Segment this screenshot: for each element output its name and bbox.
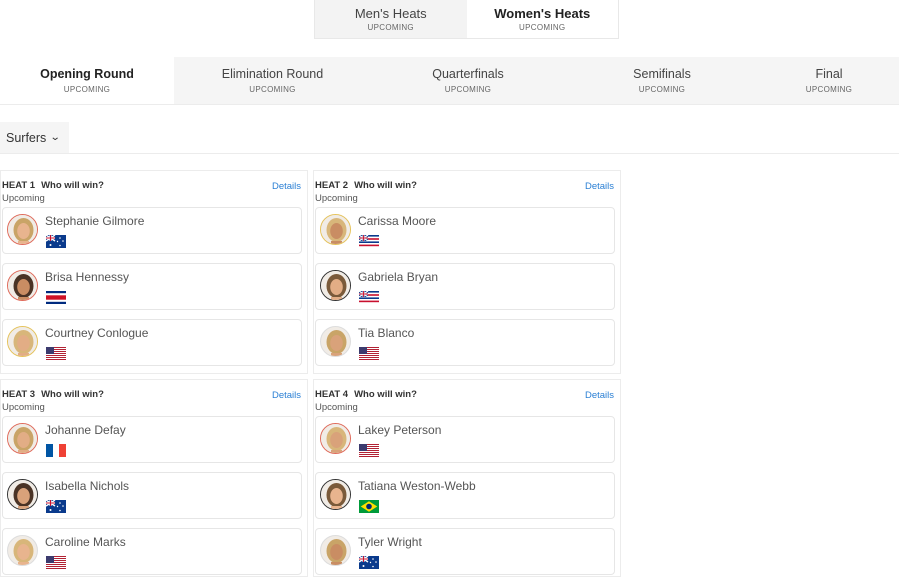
surfer-name: Gabriela Bryan xyxy=(358,270,439,284)
tab-label: Opening Round xyxy=(40,67,134,81)
heat-title: HEAT 4 Who will win? xyxy=(315,389,417,400)
heat-card: HEAT 4 Who will win? Upcoming Details Lakey … xyxy=(313,379,621,577)
heat-card: HEAT 3 Who will win? Upcoming Details Johann… xyxy=(0,379,308,577)
surfer-avatar xyxy=(7,423,38,454)
heat-status: Upcoming xyxy=(315,402,358,413)
surfer-avatar xyxy=(320,270,351,301)
heat-details-link[interactable]: Details xyxy=(585,390,614,401)
surfer-option[interactable]: Caroline Marks xyxy=(2,528,302,575)
tab-label: Final xyxy=(815,67,843,81)
heat-question: Who will win? xyxy=(354,180,417,191)
heat-status: Upcoming xyxy=(2,402,45,413)
heat-status: Upcoming xyxy=(2,193,45,204)
surfer-option[interactable]: Carissa Moore xyxy=(315,207,615,254)
surfer-option[interactable]: Johanne Defay xyxy=(2,416,302,463)
heat-question: Who will win? xyxy=(354,389,417,400)
surfer-avatar xyxy=(7,535,38,566)
surfer-option[interactable]: Tyler Wright xyxy=(315,528,615,575)
surfer-avatar xyxy=(320,214,351,245)
heat-details-link[interactable]: Details xyxy=(272,390,301,401)
surfer-avatar xyxy=(320,479,351,510)
surfer-avatar xyxy=(320,535,351,566)
surfers-filter-label: Surfers xyxy=(6,130,47,145)
tab-opening-round[interactable]: Opening Round UPCOMING xyxy=(0,57,174,104)
surfer-name: Lakey Peterson xyxy=(358,423,442,437)
heat-header: HEAT 3 Who will win? Upcoming Details xyxy=(1,380,307,416)
tab-status: UPCOMING xyxy=(249,85,296,94)
surfer-option[interactable]: Gabriela Bryan xyxy=(315,263,615,310)
tab-status: UPCOMING xyxy=(638,85,686,94)
tab-label: Quarterfinals xyxy=(432,67,504,81)
heat-details-link[interactable]: Details xyxy=(585,181,614,192)
surfers-filter-dropdown[interactable]: Surfers ⌄ xyxy=(0,122,69,153)
heat-title: HEAT 1 Who will win? xyxy=(2,180,104,191)
tab-status: UPCOMING xyxy=(444,85,492,94)
surfer-option[interactable]: Brisa Hennessy xyxy=(2,263,302,310)
surfer-option[interactable]: Courtney Conlogue xyxy=(2,319,302,366)
heat-question: Who will win? xyxy=(41,180,104,191)
surfer-avatar xyxy=(7,326,38,357)
surfer-name: Stephanie Gilmore xyxy=(45,214,145,228)
heat-card: HEAT 1 Who will win? Upcoming Details Stepha… xyxy=(0,170,308,374)
heat-card: HEAT 2 Who will win? Upcoming Details Cariss… xyxy=(313,170,621,374)
tab-elimination-round[interactable]: Elimination Round UPCOMING xyxy=(174,57,371,104)
tab-quarterfinals[interactable]: Quarterfinals UPCOMING xyxy=(371,57,565,104)
tab-status: UPCOMING xyxy=(805,85,853,94)
surfer-name: Carissa Moore xyxy=(358,214,437,228)
round-tabs: Opening Round UPCOMING Elimination Round… xyxy=(0,57,899,105)
tab-womens-heats[interactable]: Women's Heats UPCOMING xyxy=(466,0,618,38)
heat-number: HEAT 2 xyxy=(315,180,349,191)
surfer-option[interactable]: Lakey Peterson xyxy=(315,416,615,463)
tab-mens-heats[interactable]: Men's Heats UPCOMING xyxy=(315,0,467,38)
surfer-name: Tyler Wright xyxy=(358,535,422,549)
tab-semifinals[interactable]: Semifinals UPCOMING xyxy=(565,57,759,104)
surfer-avatar xyxy=(320,326,351,357)
heat-status: Upcoming xyxy=(315,193,358,204)
tab-status: UPCOMING xyxy=(367,23,414,32)
surfer-option[interactable]: Stephanie Gilmore xyxy=(2,207,302,254)
gender-tabs: Men's Heats UPCOMING Women's Heats UPCOM… xyxy=(314,0,619,39)
surfer-name: Johanne Defay xyxy=(45,423,126,437)
surfer-name: Courtney Conlogue xyxy=(45,326,149,340)
surfer-avatar xyxy=(7,479,38,510)
heat-header: HEAT 1 Who will win? Upcoming Details xyxy=(1,171,307,207)
heat-number: HEAT 1 xyxy=(2,180,36,191)
heat-details-link[interactable]: Details xyxy=(272,181,301,192)
surfer-name: Brisa Hennessy xyxy=(45,270,130,284)
heat-header: HEAT 2 Who will win? Upcoming Details xyxy=(314,171,620,207)
tab-status: UPCOMING xyxy=(519,23,566,32)
surfer-name: Tia Blanco xyxy=(358,326,415,340)
surfer-avatar xyxy=(7,214,38,245)
heat-number: HEAT 3 xyxy=(2,389,36,400)
tab-final[interactable]: Final UPCOMING xyxy=(759,57,899,104)
surfer-avatar xyxy=(7,270,38,301)
tab-label: Men's Heats xyxy=(354,6,427,21)
surfer-avatar xyxy=(320,423,351,454)
heat-title: HEAT 3 Who will win? xyxy=(2,389,104,400)
tab-status: UPCOMING xyxy=(63,85,111,94)
heat-question: Who will win? xyxy=(41,389,104,400)
filter-bar: Surfers ⌄ xyxy=(0,122,899,154)
tab-label: Elimination Round xyxy=(221,67,324,81)
surfer-name: Caroline Marks xyxy=(45,535,126,549)
surfer-option[interactable]: Isabella Nichols xyxy=(2,472,302,519)
chevron-down-icon: ⌄ xyxy=(50,132,61,143)
tab-label: Women's Heats xyxy=(494,6,591,21)
surfer-name: Tatiana Weston-Webb xyxy=(358,479,476,493)
tab-label: Semifinals xyxy=(633,67,691,81)
heat-number: HEAT 4 xyxy=(315,389,349,400)
surfer-option[interactable]: Tia Blanco xyxy=(315,319,615,366)
heat-header: HEAT 4 Who will win? Upcoming Details xyxy=(314,380,620,416)
surfer-name: Isabella Nichols xyxy=(45,479,130,493)
surfer-option[interactable]: Tatiana Weston-Webb xyxy=(315,472,615,519)
heat-title: HEAT 2 Who will win? xyxy=(315,180,417,191)
